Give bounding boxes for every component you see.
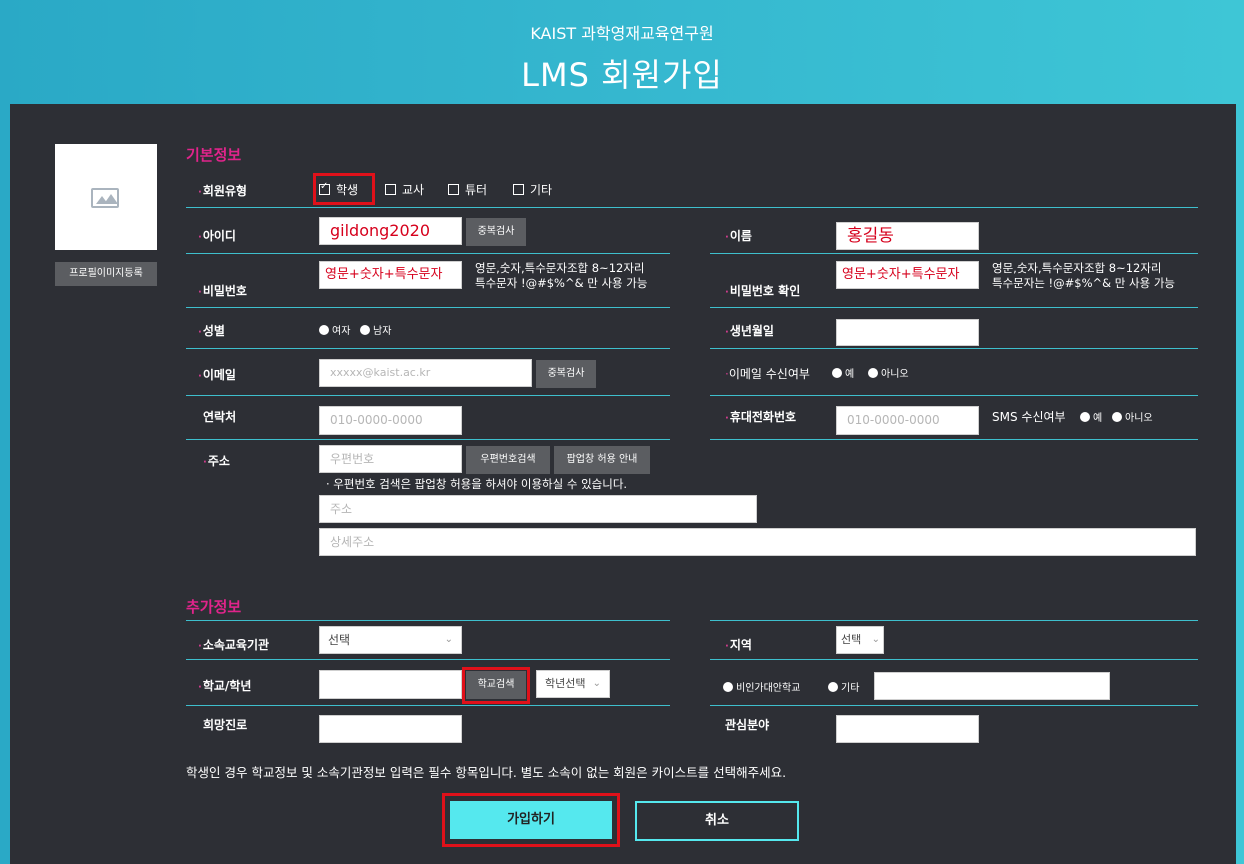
teacher-checkbox[interactable] — [385, 184, 396, 195]
popup-guide-button[interactable]: 팝업창 허용 안내 — [554, 446, 650, 474]
divider — [710, 253, 1198, 254]
basic-info-section-title: 기본정보 — [186, 146, 242, 164]
password-confirm-hint-2: 특수문자는 !@#$%^& 만 사용 가능 — [992, 276, 1176, 290]
email-label: ·이메일 — [198, 368, 236, 382]
gender-female-radio[interactable]: 여자 — [319, 322, 350, 337]
divider — [186, 705, 670, 706]
school-type-alternative-radio[interactable]: 비인가대안학교 — [723, 679, 800, 694]
highlight-box — [442, 793, 620, 847]
grade-select[interactable]: 학년선택 ⌄ — [536, 670, 610, 698]
address-input[interactable]: 주소 — [319, 495, 757, 523]
name-input[interactable]: 홍길동 — [836, 222, 979, 250]
extra-info-section-title: 추가정보 — [186, 598, 242, 616]
member-type-teacher[interactable]: 교사 — [385, 181, 424, 198]
region-select[interactable]: 선택 ⌄ — [836, 626, 884, 654]
chevron-down-icon: ⌄ — [871, 634, 880, 645]
email-consent-no-radio[interactable]: 아니오 — [868, 365, 909, 380]
name-label: ·이름 — [725, 229, 752, 243]
password-input[interactable]: 영문+숫자+특수문자 — [319, 261, 462, 289]
email-consent-label: ·이메일 수신여부 — [725, 367, 810, 381]
career-input[interactable] — [319, 715, 462, 743]
password-confirm-input[interactable]: 영문+숫자+특수문자 — [836, 261, 979, 289]
divider — [710, 348, 1198, 349]
sms-consent-yes-radio[interactable]: 예 — [1080, 409, 1102, 424]
page-header: KAIST 과학영재교육연구원 LMS 회원가입 — [0, 0, 1244, 104]
school-grade-label: ·학교/학년 — [198, 679, 252, 693]
signup-form-panel: 프로필이미지등록 기본정보 ·회원유형 학생 교사 튜터 기타 ·아이디 gil… — [10, 104, 1236, 864]
career-label: 희망진로 — [203, 718, 248, 732]
member-type-tutor[interactable]: 튜터 — [448, 181, 487, 198]
divider — [710, 439, 1198, 440]
user-id-label: ·아이디 — [198, 229, 236, 243]
other-checkbox[interactable] — [513, 184, 524, 195]
phone-input[interactable]: 010-0000-0000 — [319, 406, 462, 435]
divider — [186, 207, 1198, 208]
interest-input[interactable] — [836, 715, 979, 743]
divider — [186, 253, 670, 254]
institution-label: ·소속교육기관 — [198, 638, 270, 652]
zipcode-search-button[interactable]: 우편번호검색 — [466, 446, 550, 474]
password-confirm-hint-1: 영문,숫자,특수문자조합 8~12자리 — [992, 261, 1162, 275]
divider — [710, 395, 1198, 396]
profile-image-upload-button[interactable]: 프로필이미지등록 — [55, 262, 157, 286]
header-subtitle: KAIST 과학영재교육연구원 — [530, 24, 714, 43]
profile-image-placeholder — [55, 144, 157, 250]
school-type-other-input[interactable] — [874, 672, 1110, 700]
divider — [186, 348, 670, 349]
institution-select[interactable]: 선택 ⌄ — [319, 626, 462, 654]
divider — [186, 307, 670, 308]
chevron-down-icon: ⌄ — [444, 634, 453, 645]
password-hint-1: 영문,숫자,특수문자조합 8~12자리 — [475, 261, 645, 275]
divider — [186, 659, 670, 660]
divider — [186, 620, 670, 621]
password-confirm-label: ·비밀번호 확인 — [725, 284, 801, 298]
zipcode-input[interactable]: 우편번호 — [319, 445, 462, 473]
image-icon — [91, 188, 119, 208]
user-id-input[interactable]: gildong2020 — [319, 217, 462, 245]
cancel-button[interactable]: 취소 — [635, 801, 799, 841]
gender-male-radio[interactable]: 남자 — [360, 322, 391, 337]
divider — [710, 620, 1198, 621]
divider — [186, 395, 670, 396]
divider — [710, 705, 1198, 706]
birthdate-label: ·생년월일 — [725, 324, 774, 338]
member-type-label: ·회원유형 — [198, 184, 247, 198]
chevron-down-icon: ⌄ — [592, 678, 601, 689]
school-input[interactable] — [319, 670, 462, 699]
email-input[interactable]: xxxxx@kaist.ac.kr — [319, 359, 532, 387]
birthdate-input[interactable] — [836, 319, 979, 346]
highlight-box — [462, 667, 530, 704]
zipcode-notice: · 우편번호 검색은 팝업창 허용을 하셔야 이용하실 수 있습니다. — [326, 477, 628, 491]
extra-info-notice: 학생인 경우 학교정보 및 소속기관정보 입력은 필수 항목입니다. 별도 소속… — [186, 765, 787, 780]
school-type-other-radio[interactable]: 기타 — [828, 679, 859, 694]
address-label: ·주소 — [203, 454, 230, 468]
highlight-box — [313, 173, 375, 205]
divider — [710, 307, 1198, 308]
email-consent-yes-radio[interactable]: 예 — [832, 365, 854, 380]
gender-label: ·성별 — [198, 324, 225, 338]
sms-consent-no-radio[interactable]: 아니오 — [1112, 409, 1153, 424]
interest-label: 관심분야 — [725, 718, 770, 732]
mobile-input[interactable]: 010-0000-0000 — [836, 406, 979, 435]
mobile-label: ·휴대전화번호 — [725, 410, 797, 424]
address-detail-input[interactable]: 상세주소 — [319, 528, 1196, 556]
sms-consent-label: SMS 수신여부 — [992, 410, 1066, 424]
email-duplicate-check-button[interactable]: 중복검사 — [536, 360, 596, 388]
member-type-other[interactable]: 기타 — [513, 181, 552, 198]
password-label: ·비밀번호 — [198, 284, 247, 298]
divider — [710, 659, 1198, 660]
page-title: LMS 회원가입 — [521, 56, 723, 94]
password-hint-2: 특수문자 !@#$%^& 만 사용 가능 — [475, 276, 648, 290]
divider — [186, 439, 670, 440]
phone-label: 연락처 — [203, 410, 237, 424]
id-duplicate-check-button[interactable]: 중복검사 — [466, 218, 526, 246]
tutor-checkbox[interactable] — [448, 184, 459, 195]
region-label: ·지역 — [725, 638, 752, 652]
